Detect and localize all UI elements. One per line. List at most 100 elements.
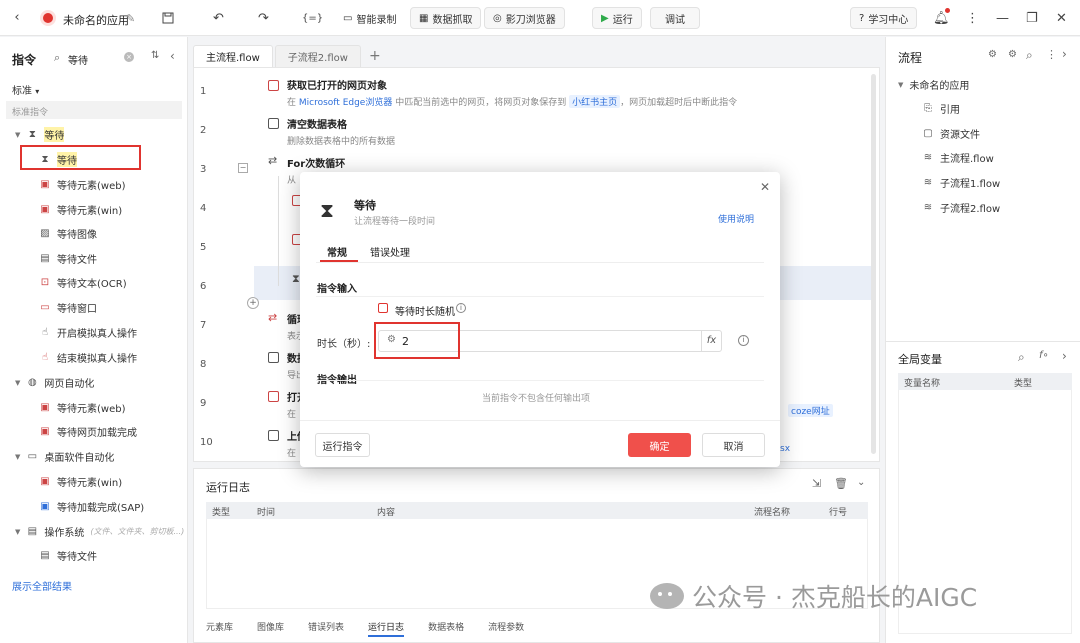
add-flow-icon[interactable]: ⚙ (988, 49, 997, 60)
tab-general[interactable]: 常规 (327, 244, 347, 259)
open-web-icon (268, 391, 279, 402)
sap-icon: ▣ (40, 501, 50, 512)
search-icon[interactable]: ⌕ (1018, 350, 1025, 365)
step-2[interactable]: 清空数据表格 删除数据表格中的所有数据 (287, 116, 395, 147)
tab-main-flow[interactable]: 主流程.flow (193, 45, 273, 67)
list-item[interactable]: ▤ 等待文件 (39, 548, 97, 563)
group-wait[interactable]: ▼ ⧗ 等待 (15, 127, 65, 142)
loop-icon: ⇄ (268, 154, 278, 167)
hourglass-icon: ⧗ (28, 129, 36, 140)
save-icon[interactable] (162, 6, 174, 30)
confirm-button[interactable]: 确定 (628, 433, 691, 457)
trash-icon[interactable]: 🗑︎ (834, 477, 848, 490)
info-icon[interactable]: i (738, 335, 749, 346)
smart-record-button[interactable]: ▭ 智能录制 (334, 7, 406, 29)
editor-scrollbar[interactable] (871, 74, 876, 454)
list-item[interactable]: ☝ 开启模拟真人操作 (39, 325, 137, 340)
tree-item-subflow-2[interactable]: ≋ 子流程2.flow (922, 200, 1000, 215)
run-button[interactable]: ▶ 运行 (592, 7, 642, 29)
list-item[interactable]: ▣ 等待元素(win) (39, 474, 122, 489)
briefcase-icon: ▤ (27, 526, 38, 537)
line-number: 10 (200, 437, 213, 448)
run-command-button[interactable]: 运行指令 (315, 433, 370, 457)
chevron-right-icon[interactable]: › (1062, 47, 1067, 61)
restore-icon[interactable]: ❐ (1026, 6, 1038, 30)
search-icon[interactable]: ⌕ (1026, 48, 1033, 63)
section-divider (316, 296, 764, 297)
run-log-panel: 运行日志 ⇲ 🗑︎ ⌄ 类型 时间 内容 流程名称 行号 元素库 图像库 错误列… (193, 468, 880, 643)
tree-item-resources[interactable]: ▢ 资源文件 (922, 126, 980, 141)
list-item[interactable]: ⧗ 等待 (39, 152, 77, 167)
function-button-icon[interactable]: fx (701, 331, 721, 351)
undo-icon[interactable]: ↶ (213, 6, 224, 30)
layers-icon: ≋ (923, 152, 933, 163)
search-input[interactable]: 等待 (68, 52, 88, 67)
more-icon[interactable]: ⋮ (1046, 48, 1057, 61)
sort-icon[interactable]: ⇅ (151, 50, 159, 61)
chevron-right-icon[interactable]: › (1062, 349, 1067, 363)
data-icon (268, 352, 279, 363)
function-icon[interactable]: f∘ (1039, 350, 1049, 361)
tree-item-subflow-1[interactable]: ≋ 子流程1.flow (922, 175, 1000, 190)
tab-run-log[interactable]: 运行日志 (368, 620, 405, 637)
tree-item-main-flow[interactable]: ≋ 主流程.flow (922, 150, 994, 165)
group-web[interactable]: ▼ ◍ 网页自动化 (15, 375, 94, 390)
tree-item-reference[interactable]: ⎘ 引用 (922, 101, 960, 116)
settings-icon[interactable]: ⚙ (1008, 49, 1017, 60)
tab-error-handling[interactable]: 错误处理 (370, 244, 410, 259)
group-desktop[interactable]: ▼ ▭ 桌面软件自动化 (15, 449, 114, 464)
step-1[interactable]: 获取已打开的网页对象 在 Microsoft Edge浏览器 中匹配当前选中的网… (287, 77, 737, 108)
tab-image-lib[interactable]: 图像库 (257, 620, 284, 637)
list-item[interactable]: ▣ 等待元素(web) (39, 400, 125, 415)
tree-root[interactable]: ▼ 未命名的应用 (898, 77, 969, 93)
help-link[interactable]: 使用说明 (718, 212, 754, 225)
tab-data-table[interactable]: 数据表格 (428, 620, 464, 637)
tab-element-lib[interactable]: 元素库 (206, 620, 233, 637)
collapse-icon[interactable]: ‹ (170, 49, 175, 63)
chevron-down-icon[interactable]: ⌄ (857, 477, 865, 488)
browser-button[interactable]: ◎ 影刀浏览器 (484, 7, 565, 29)
cancel-button[interactable]: 取消 (702, 433, 765, 457)
app-title: 未命名的应用 (63, 14, 129, 27)
redo-icon[interactable]: ↷ (258, 6, 269, 30)
export-icon[interactable]: ⇲ (812, 477, 821, 490)
random-checkbox[interactable] (378, 303, 388, 313)
group-os[interactable]: ▼ ▤ 操作系统 (文件、文件夹、剪切板...) (15, 524, 184, 539)
list-item[interactable]: ▨ 等待图像 (39, 226, 97, 241)
list-item[interactable]: ☝ 结束模拟真人操作 (39, 350, 137, 365)
edit-icon[interactable]: ✎ (126, 6, 135, 30)
variable-icon[interactable]: {=} (302, 6, 323, 30)
log-table-header: 类型 时间 内容 流程名称 行号 (206, 502, 868, 519)
footer-divider (300, 420, 780, 421)
list-item[interactable]: ▣ 等待元素(web) (39, 177, 125, 192)
list-item[interactable]: ▣ 等待网页加载完成 (39, 424, 137, 439)
learn-center-button[interactable]: ? 学习中心 (850, 7, 918, 29)
hourglass-icon: ⧗ (292, 272, 300, 285)
category-select[interactable]: 标准 ▾ (12, 82, 39, 97)
add-step-icon[interactable]: + (247, 297, 259, 309)
tab-error-list[interactable]: 错误列表 (308, 620, 344, 637)
list-item[interactable]: ▤ 等待文件 (39, 251, 97, 266)
data-scrape-button[interactable]: ▦ 数据抓取 (410, 7, 482, 29)
close-window-icon[interactable]: ✕ (1056, 6, 1067, 30)
list-item[interactable]: ▭ 等待窗口 (39, 300, 97, 315)
upload-icon (268, 430, 279, 441)
monitor-icon: ▭ (27, 451, 38, 462)
debug-button[interactable]: 调试 (650, 7, 700, 29)
tab-flow-params[interactable]: 流程参数 (488, 620, 524, 637)
tab-subflow-2[interactable]: 子流程2.flow (274, 45, 361, 67)
list-item[interactable]: ⊡ 等待文本(OCR) (39, 275, 127, 290)
close-icon[interactable]: ✕ (760, 180, 770, 194)
add-tab-icon[interactable]: + (363, 45, 387, 67)
clear-search-icon[interactable]: × (124, 52, 134, 62)
collapse-toggle-icon[interactable]: − (238, 163, 248, 173)
minimize-icon[interactable]: — (996, 6, 1009, 30)
more-icon[interactable]: ⋮ (966, 6, 979, 30)
line-number: 4 (200, 203, 207, 214)
dialog-title: 等待 (354, 199, 376, 212)
back-icon[interactable]: ‹ (10, 6, 24, 30)
show-all-link[interactable]: 展示全部结果 (12, 578, 72, 593)
list-item[interactable]: ▣ 等待元素(win) (39, 202, 122, 217)
table-icon: ▦ (419, 12, 429, 24)
list-item[interactable]: ▣ 等待加载完成(SAP) (39, 499, 144, 514)
